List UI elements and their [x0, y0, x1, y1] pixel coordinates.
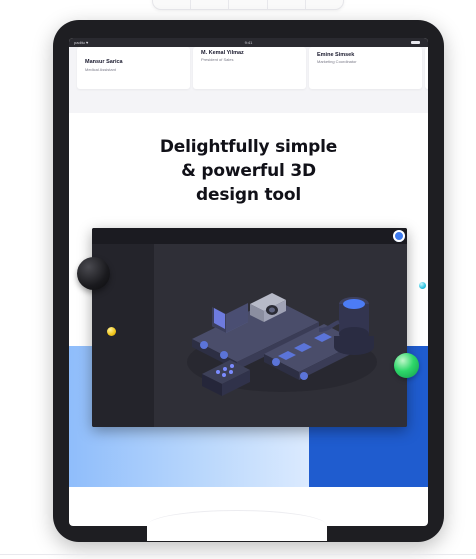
divider: [0, 554, 476, 555]
app-mockup: [92, 228, 407, 427]
home-indicator: [147, 510, 327, 541]
clock-time: 9:41: [244, 40, 253, 45]
radio-toggle-icon[interactable]: [393, 230, 405, 242]
testimonial-name: Emine Simsek: [317, 52, 355, 58]
hero-title-line: & powerful 3D: [181, 161, 316, 181]
isometric-3d-factory-illustration: [187, 293, 377, 396]
hero-title-line: Delightfully simple: [159, 137, 338, 157]
status-bar: paditu ♥ 9:41: [69, 38, 428, 47]
page: paditu ♥ 9:41 Mansur Sarica Medical Assi…: [0, 0, 476, 559]
mockup-toolbar: [92, 228, 407, 244]
testimonial-card-partial[interactable]: [425, 47, 428, 89]
segment[interactable]: [191, 0, 230, 9]
segment[interactable]: [268, 0, 306, 9]
tablet-frame: paditu ♥ 9:41 Mansur Sarica Medical Assi…: [53, 20, 444, 542]
testimonial-card[interactable]: Emine Simsek Marketing Coordinator: [309, 47, 422, 89]
decorative-teal-sphere: [419, 282, 426, 289]
testimonial-role: Marketing Coordinator: [317, 59, 357, 64]
testimonials-section: Mansur Sarica Medical Assistant M. Kemal…: [69, 47, 428, 113]
testimonial-name: Mansur Sarica: [85, 59, 123, 65]
battery-icon: [411, 41, 420, 44]
segmented-control[interactable]: [152, 0, 344, 10]
testimonial-name: M. Kemal Yilmaz: [201, 50, 244, 56]
testimonial-card[interactable]: Mansur Sarica Medical Assistant: [77, 47, 190, 89]
mockup-canvas: [154, 244, 407, 427]
testimonial-role: Medical Assistant: [85, 67, 116, 72]
testimonial-card[interactable]: M. Kemal Yilmaz President of Sales: [193, 47, 306, 89]
tablet-screen: paditu ♥ 9:41 Mansur Sarica Medical Assi…: [69, 38, 428, 526]
decorative-green-sphere: [394, 353, 419, 378]
segment[interactable]: [153, 0, 192, 9]
segment[interactable]: [306, 0, 343, 9]
hero-title-line: design tool: [196, 185, 301, 205]
testimonial-role: President of Sales: [201, 57, 234, 62]
decorative-black-sphere: [77, 257, 110, 290]
decorative-yellow-sphere: [107, 327, 116, 336]
hero-title: Delightfully simple & powerful 3D design…: [69, 135, 428, 207]
segment[interactable]: [229, 0, 268, 9]
